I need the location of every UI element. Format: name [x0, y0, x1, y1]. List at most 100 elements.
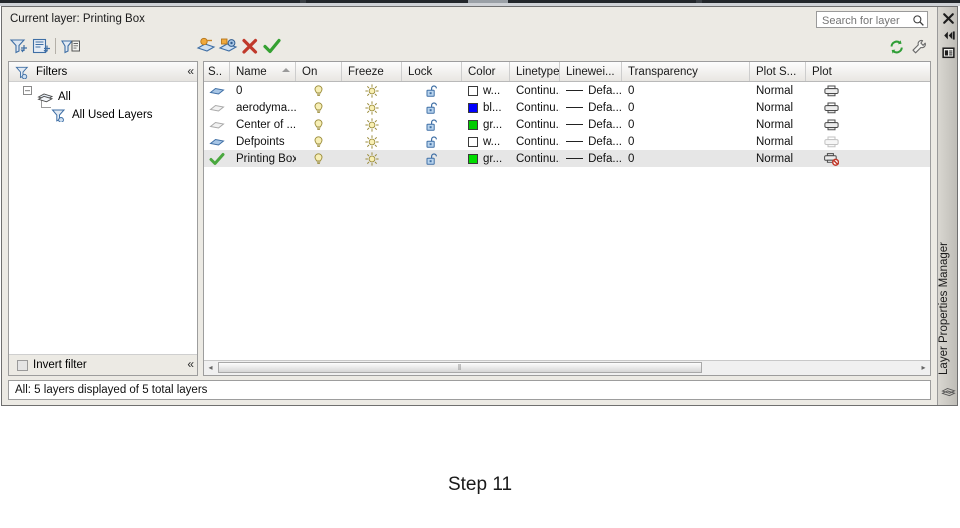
cell-plotstyle[interactable]: Normal — [750, 150, 806, 167]
cell-status[interactable] — [204, 99, 230, 116]
cell-transparency[interactable]: 0 — [622, 150, 750, 167]
cell-linetype[interactable]: Continu... — [510, 116, 560, 133]
printer-icon[interactable] — [824, 83, 839, 98]
cell-lock[interactable] — [402, 150, 462, 167]
printer-disabled-icon[interactable] — [824, 134, 839, 149]
lightbulb-on-icon[interactable] — [312, 84, 326, 98]
cell-plotstyle[interactable]: Normal — [750, 82, 806, 99]
sun-thawed-icon[interactable] — [365, 83, 379, 98]
layer-unused-icon[interactable] — [209, 118, 225, 132]
lightbulb-on-icon[interactable] — [312, 135, 326, 149]
scrollbar-thumb[interactable]: ‖ — [218, 362, 702, 373]
cell-on[interactable] — [296, 116, 342, 133]
scroll-right-arrow[interactable]: ▸ — [917, 361, 930, 374]
cell-linetype[interactable]: Continu... — [510, 82, 560, 99]
cell-plot[interactable] — [806, 133, 886, 150]
cell-plot[interactable] — [806, 82, 886, 99]
filter-node-all-used-layers[interactable]: All Used Layers — [9, 106, 197, 124]
layer-unused-icon[interactable] — [209, 101, 225, 115]
padlock-unlocked-icon[interactable] — [425, 101, 439, 115]
lightbulb-on-icon[interactable] — [312, 152, 326, 166]
padlock-unlocked-icon[interactable] — [425, 135, 439, 149]
table-row[interactable]: Center of ... gr... Continu... Defa... 0 Norm… — [204, 116, 930, 133]
collapse-left-icon[interactable]: « — [187, 64, 194, 78]
new-group-filter-button[interactable] — [31, 36, 53, 57]
sun-thawed-icon[interactable] — [365, 117, 379, 132]
new-layer-button[interactable] — [195, 36, 217, 57]
padlock-unlocked-icon[interactable] — [425, 84, 439, 98]
column-header-color[interactable]: Color — [462, 62, 510, 81]
cell-on[interactable] — [296, 150, 342, 167]
sun-thawed-icon[interactable] — [365, 151, 379, 166]
padlock-unlocked-icon[interactable] — [425, 152, 439, 166]
new-layer-vp-frozen-button[interactable] — [217, 36, 239, 57]
search-icon[interactable] — [912, 14, 925, 27]
cell-linetype[interactable]: Continu... — [510, 133, 560, 150]
cell-name[interactable]: 0 — [230, 82, 296, 99]
sun-thawed-icon[interactable] — [365, 100, 379, 115]
sun-thawed-icon[interactable] — [365, 134, 379, 149]
cell-lock[interactable] — [402, 116, 462, 133]
cell-on[interactable] — [296, 99, 342, 116]
cell-freeze[interactable] — [342, 133, 402, 150]
collapse-left-icon-bottom[interactable]: « — [187, 357, 194, 371]
cell-name[interactable]: Printing Box — [230, 150, 296, 167]
cell-name[interactable]: Center of ... — [230, 116, 296, 133]
cell-color[interactable]: bl... — [462, 99, 510, 116]
cell-transparency[interactable]: 0 — [622, 99, 750, 116]
settings-button[interactable] — [910, 38, 928, 56]
search-input[interactable] — [820, 13, 912, 29]
column-header-name[interactable]: Name — [230, 62, 296, 81]
cell-name[interactable]: Defpoints — [230, 133, 296, 150]
cell-plotstyle[interactable]: Normal — [750, 99, 806, 116]
search-box[interactable] — [816, 11, 928, 29]
cell-lineweight[interactable]: Defa... — [560, 82, 622, 99]
column-header-transparency[interactable]: Transparency — [622, 62, 750, 81]
cell-plot[interactable] — [806, 99, 886, 116]
cell-name[interactable]: aerodyma... — [230, 99, 296, 116]
cell-status[interactable] — [204, 82, 230, 99]
current-layer-check-icon[interactable] — [209, 152, 225, 166]
column-header-lineweight[interactable]: Linewei... — [560, 62, 622, 81]
cell-lock[interactable] — [402, 133, 462, 150]
layer-in-use-icon[interactable] — [209, 84, 225, 98]
lightbulb-on-icon[interactable] — [312, 101, 326, 115]
cell-transparency[interactable]: 0 — [622, 82, 750, 99]
column-header-linetype[interactable]: Linetype — [510, 62, 560, 81]
cell-lock[interactable] — [402, 82, 462, 99]
cell-transparency[interactable]: 0 — [622, 133, 750, 150]
new-property-filter-button[interactable] — [8, 36, 30, 57]
cell-freeze[interactable] — [342, 116, 402, 133]
column-header-freeze[interactable]: Freeze — [342, 62, 402, 81]
refresh-button[interactable] — [888, 38, 906, 56]
table-row[interactable]: Defpoints w... Continu... Defa... 0 Normal — [204, 133, 930, 150]
auto-hide-button[interactable] — [941, 28, 956, 42]
column-header-lock[interactable]: Lock — [402, 62, 462, 81]
horizontal-scrollbar[interactable]: ◂ ‖ ▸ — [204, 360, 930, 375]
cell-lock[interactable] — [402, 99, 462, 116]
cell-freeze[interactable] — [342, 82, 402, 99]
lightbulb-on-icon[interactable] — [312, 118, 326, 132]
cell-status[interactable] — [204, 133, 230, 150]
column-header-on[interactable]: On — [296, 62, 342, 81]
close-button[interactable] — [941, 11, 956, 25]
cell-freeze[interactable] — [342, 150, 402, 167]
column-header-status[interactable]: S.. — [204, 62, 230, 81]
table-row[interactable]: Printing Box gr... Continu... Defa... 0 Norma… — [204, 150, 930, 167]
layer-in-use-icon[interactable] — [209, 135, 225, 149]
cell-linetype[interactable]: Continu... — [510, 150, 560, 167]
panel-properties-button[interactable] — [941, 45, 956, 59]
column-header-plot[interactable]: Plot — [806, 62, 886, 81]
cell-plotstyle[interactable]: Normal — [750, 133, 806, 150]
cell-plot[interactable] — [806, 116, 886, 133]
cell-on[interactable] — [296, 82, 342, 99]
cell-lineweight[interactable]: Defa... — [560, 99, 622, 116]
cell-color[interactable]: gr... — [462, 116, 510, 133]
cell-plot[interactable] — [806, 150, 886, 167]
cell-color[interactable]: gr... — [462, 150, 510, 167]
cell-color[interactable]: w... — [462, 82, 510, 99]
padlock-unlocked-icon[interactable] — [425, 118, 439, 132]
cell-plotstyle[interactable]: Normal — [750, 116, 806, 133]
invert-filter-checkbox[interactable] — [17, 359, 28, 371]
delete-layer-button[interactable] — [239, 36, 261, 57]
